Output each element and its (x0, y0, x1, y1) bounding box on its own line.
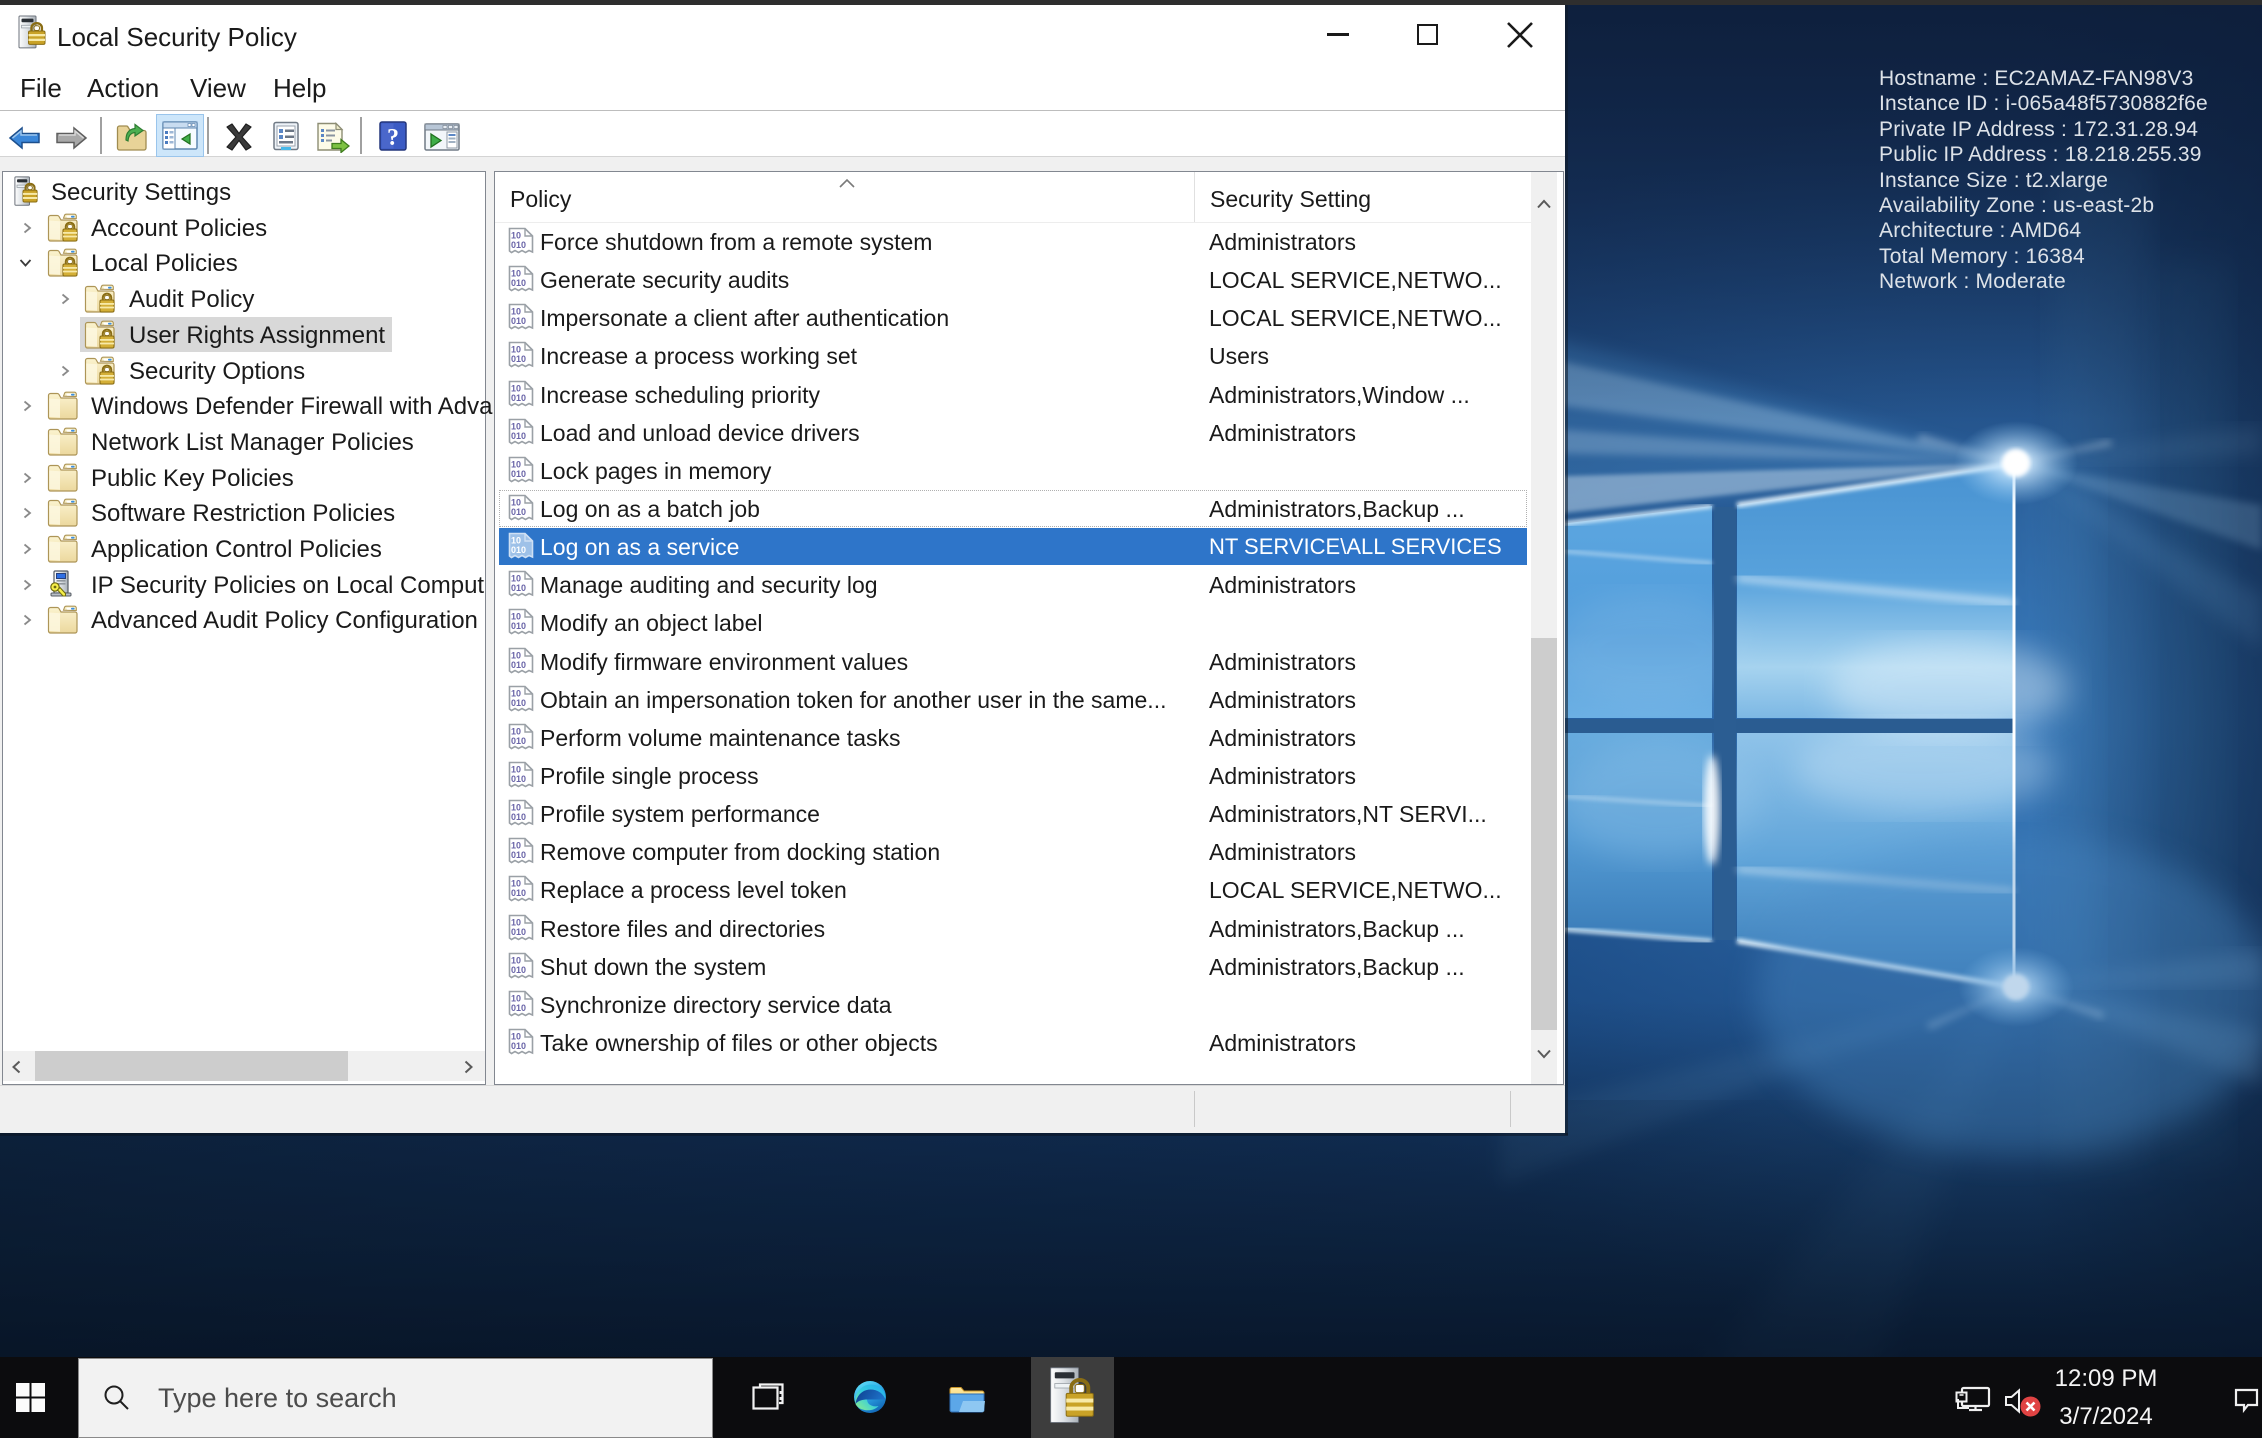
svg-text:010: 010 (511, 736, 526, 746)
svg-text:10: 10 (511, 231, 521, 241)
svg-text:010: 010 (511, 240, 526, 250)
svg-text:010: 010 (511, 469, 526, 479)
svg-text:010: 010 (511, 354, 526, 364)
svg-text:10: 10 (511, 460, 521, 470)
svg-text:10: 10 (511, 841, 521, 851)
svg-text:10: 10 (511, 345, 521, 355)
svg-text:010: 010 (511, 850, 526, 860)
svg-text:010: 010 (511, 698, 526, 708)
svg-text:010: 010 (511, 621, 526, 631)
svg-text:10: 10 (511, 269, 521, 279)
svg-text:010: 010 (511, 927, 526, 937)
svg-text:10: 10 (511, 536, 521, 546)
svg-text:010: 010 (511, 583, 526, 593)
svg-text:010: 010 (511, 1003, 526, 1013)
svg-text:010: 010 (511, 774, 526, 784)
svg-text:10: 10 (511, 879, 521, 889)
svg-text:10: 10 (511, 307, 521, 317)
svg-text:10: 10 (511, 765, 521, 775)
svg-text:10: 10 (511, 612, 521, 622)
svg-text:010: 010 (511, 965, 526, 975)
svg-text:010: 010 (511, 660, 526, 670)
svg-text:10: 10 (511, 956, 521, 966)
svg-text:10: 10 (511, 498, 521, 508)
svg-text:?: ? (387, 125, 399, 151)
svg-text:10: 10 (511, 918, 521, 928)
svg-text:10: 10 (511, 384, 521, 394)
svg-text:010: 010 (511, 278, 526, 288)
svg-text:010: 010 (511, 316, 526, 326)
svg-text:10: 10 (511, 689, 521, 699)
svg-text:010: 010 (511, 812, 526, 822)
svg-text:010: 010 (511, 545, 526, 555)
svg-text:10: 10 (511, 651, 521, 661)
svg-text:10: 10 (511, 574, 521, 584)
svg-text:10: 10 (511, 727, 521, 737)
svg-text:10: 10 (511, 1032, 521, 1042)
svg-text:10: 10 (511, 994, 521, 1004)
svg-text:010: 010 (511, 507, 526, 517)
svg-text:010: 010 (511, 393, 526, 403)
svg-text:010: 010 (511, 1041, 526, 1051)
svg-text:10: 10 (511, 803, 521, 813)
svg-text:010: 010 (511, 431, 526, 441)
svg-text:10: 10 (511, 422, 521, 432)
svg-text:010: 010 (511, 888, 526, 898)
